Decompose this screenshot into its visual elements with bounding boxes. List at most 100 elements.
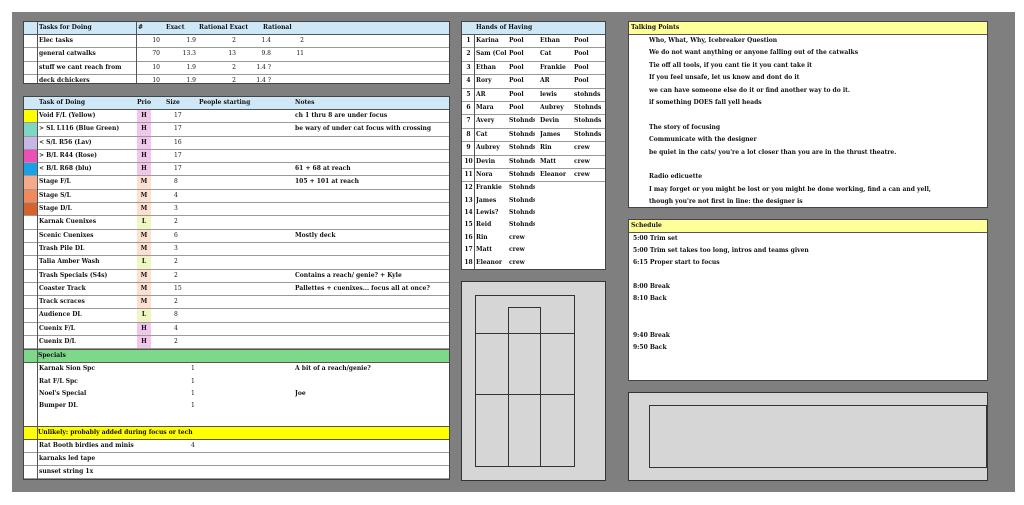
- table-row[interactable]: > B/L R44 (Rose) H 17: [24, 149, 449, 164]
- table-row[interactable]: 7 Avery Stohnds Devin Stohnds: [462, 115, 605, 129]
- unlikely-name: Rat Booth birdies and minis: [39, 441, 134, 449]
- table-row[interactable]: Coaster Track M 15 Pallettes + cuenixes... …: [24, 282, 449, 297]
- table-row[interactable]: sunset string 1x: [24, 466, 449, 479]
- table-row[interactable]: Scenic Cuenixes M 6 Mostly deck: [24, 229, 449, 243]
- task-people: [199, 296, 289, 308]
- task-notes: [295, 137, 445, 149]
- task-prio: L: [141, 218, 147, 226]
- schedule-line: 6:15 Proper start to focus: [633, 259, 720, 267]
- task-people: [199, 190, 289, 202]
- hands-cell: Ethan: [476, 63, 496, 71]
- special-notes: [295, 400, 445, 412]
- table-row[interactable]: Rat F/L Spc 1: [24, 376, 449, 388]
- table-row[interactable]: 2 Sam (Coli Pool Cat Pool: [462, 48, 605, 62]
- table-row[interactable]: 10 Devin Stohnds Matt crew: [462, 156, 605, 169]
- table-row[interactable]: Cuenix D/L H 2: [24, 336, 449, 350]
- table-row[interactable]: > SL L116 (Blue Green) H 17 be wary of unde…: [24, 123, 449, 137]
- table-row[interactable]: Karnak Cuenixes L 2: [24, 216, 449, 230]
- table-row[interactable]: 15 Reid Stohnds: [462, 219, 605, 231]
- schedule-line: 9:50 Back: [633, 343, 667, 351]
- tasks-main-table: Task of Doing Prio Size People starting …: [23, 96, 450, 480]
- table-row[interactable]: Audience DL L 8: [24, 309, 449, 323]
- hands-cell: Aubrey: [540, 103, 564, 111]
- hands-cell: 5: [466, 90, 471, 98]
- summary-cell: 1.9: [186, 76, 196, 84]
- task-people: [199, 176, 289, 188]
- table-row[interactable]: 6 Mara Pool Aubrey Stohnds: [462, 102, 605, 116]
- table-row[interactable]: 9 Aubrey Stohnds Rin crew: [462, 142, 605, 156]
- task-size: 17: [174, 165, 182, 173]
- table-row[interactable]: karnaks led tape: [24, 453, 449, 467]
- task-people: [199, 256, 289, 268]
- task-size: 4: [174, 324, 178, 332]
- table-row[interactable]: < S/L R56 (Lav) H 16: [24, 136, 449, 150]
- talking-point-line: The story of focusing: [649, 123, 721, 131]
- table-row[interactable]: 18 Eleanor crew: [462, 257, 605, 269]
- table-row[interactable]: Elec tasks 10 1.9 2 1.4 2: [24, 35, 449, 49]
- task-notes: [295, 150, 445, 162]
- table-row[interactable]: 11 Nora Stohnds Eleanor crew: [462, 169, 605, 183]
- table-row[interactable]: Stage D/L M 3: [24, 203, 449, 217]
- summary-cell: 10: [152, 76, 160, 84]
- table-row[interactable]: 3 Ethan Pool Frankie Pool: [462, 62, 605, 76]
- task-prio: H: [141, 338, 147, 346]
- special-size: 1: [191, 402, 195, 410]
- schedule-lines: 5:00 Trim set 5:00 Trim set takes too lon…: [629, 233, 987, 380]
- table-row[interactable]: Karnak Sion Spc 1 A bit of a reach/genie?: [24, 363, 449, 375]
- hands-cell: Cat: [540, 50, 552, 58]
- task-prio: L: [141, 311, 147, 319]
- table-row[interactable]: Bumper DL 1: [24, 400, 449, 412]
- hands-cell: Stohnds: [574, 117, 602, 125]
- table-row[interactable]: Track scraces M 2: [24, 296, 449, 310]
- hands-cell: 19: [463, 269, 474, 270]
- hands-cell: 3: [466, 63, 471, 71]
- task-people: [199, 203, 289, 215]
- table-row[interactable]: 1 Karina Pool Ethan Pool: [462, 35, 605, 49]
- table-row[interactable]: puck 1x: [24, 479, 449, 480]
- task-prio: H: [141, 125, 147, 133]
- table-row[interactable]: Stage F/L M 8 105 + 101 at reach: [24, 176, 449, 190]
- table-row[interactable]: deck dchickers 10 1.9 2 1.4 ?: [24, 75, 449, 84]
- hands-cell: James: [540, 130, 561, 138]
- table-row[interactable]: Cuenix F/L H 4: [24, 322, 449, 337]
- summary-cell: 1.9: [186, 63, 196, 71]
- table-row[interactable]: 8 Cat Stohnds James Stohnds: [462, 129, 605, 143]
- col-header-size: Size: [166, 99, 180, 106]
- table-row[interactable]: general catwalks 70 13.3 13 9.8 11: [24, 48, 449, 62]
- hands-cell: Frankie: [476, 184, 502, 192]
- table-row[interactable]: Trash Pile DL M 3: [24, 242, 449, 257]
- table-row[interactable]: stuff we cant reach from 10 1.9 2 1.4 ?: [24, 62, 449, 75]
- table-row[interactable]: Stage S/L M 4: [24, 189, 449, 204]
- table-row[interactable]: 12 Frankie Stohnds: [462, 182, 605, 194]
- table-row[interactable]: < B/L R68 (blu) H 17 61 + 68 at reach: [24, 163, 449, 177]
- task-size: 15: [174, 284, 182, 292]
- special-notes: A bit of a reach/genie?: [295, 365, 371, 373]
- table-row[interactable]: Talia Amber Wash L 2: [24, 256, 449, 270]
- summary-cell: Elec tasks: [39, 37, 73, 44]
- summary-cell: 2: [300, 37, 304, 44]
- special-name: Noel's Special: [39, 389, 87, 397]
- table-row[interactable]: 4 Rory Pool AR Pool: [462, 75, 605, 89]
- hands-cell: Pool: [509, 37, 524, 44]
- hands-cell: [574, 269, 606, 270]
- table-row[interactable]: 19Jehancrew: [462, 269, 605, 270]
- task-prio: M: [140, 205, 148, 213]
- talking-points-lines: Who, What, Why, Icebreaker Question We do…: [629, 35, 987, 207]
- hands-cell: 9: [466, 144, 471, 152]
- color-swatch: [24, 176, 37, 189]
- talking-point-line: We do not want anything or anyone fallin…: [649, 49, 859, 57]
- table-row[interactable]: Void F/L (Yellow) H 17 ch 1 thru 8 are unde…: [24, 110, 449, 124]
- table-row[interactable]: Trash Specials (S4s) M 2 Contains a reach/ …: [24, 269, 449, 283]
- table-row[interactable]: 17 Matt crew: [462, 244, 605, 256]
- hands-cell: 2: [466, 50, 471, 58]
- table-row[interactable]: 16 Rin crew: [462, 232, 605, 244]
- table-row[interactable]: 14 Lewis? Stohnds: [462, 207, 605, 219]
- hands-cell: Stohnds: [509, 144, 535, 152]
- table-row[interactable]: 5 AR Pool lewis stohnds: [462, 89, 605, 102]
- table-row[interactable]: Rat Booth birdies and minis 4: [24, 440, 449, 453]
- col-header-people: People starting: [199, 99, 251, 106]
- table-row[interactable]: Noel's Special 1 Joe: [24, 388, 449, 400]
- table-row[interactable]: 13 James Stohnds: [462, 195, 605, 207]
- hands-cell: 6: [466, 103, 471, 111]
- task-people: [199, 110, 289, 122]
